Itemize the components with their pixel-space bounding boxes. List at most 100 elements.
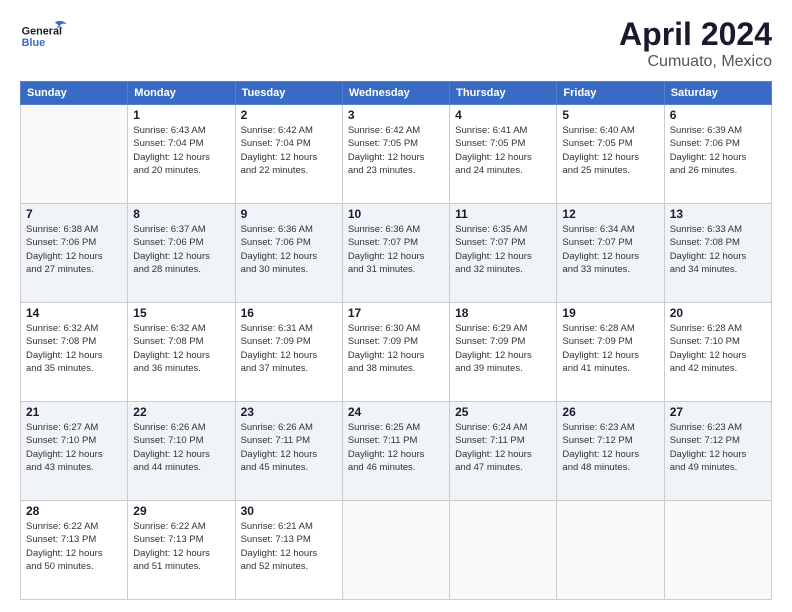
day-number: 13 (670, 207, 766, 221)
day-number: 17 (348, 306, 444, 320)
page-subtitle: Cumuato, Mexico (619, 53, 772, 71)
page-title: April 2024 (619, 16, 772, 53)
day-number: 19 (562, 306, 658, 320)
calendar-day-cell: 4Sunrise: 6:41 AM Sunset: 7:05 PM Daylig… (450, 105, 557, 204)
day-info: Sunrise: 6:38 AM Sunset: 7:06 PM Dayligh… (26, 223, 122, 276)
calendar-day-cell: 22Sunrise: 6:26 AM Sunset: 7:10 PM Dayli… (128, 402, 235, 501)
calendar-table: SundayMondayTuesdayWednesdayThursdayFrid… (20, 81, 772, 600)
day-info: Sunrise: 6:21 AM Sunset: 7:13 PM Dayligh… (241, 520, 337, 573)
day-info: Sunrise: 6:37 AM Sunset: 7:06 PM Dayligh… (133, 223, 229, 276)
day-number: 28 (26, 504, 122, 518)
day-number: 10 (348, 207, 444, 221)
day-info: Sunrise: 6:29 AM Sunset: 7:09 PM Dayligh… (455, 322, 551, 375)
day-info: Sunrise: 6:42 AM Sunset: 7:05 PM Dayligh… (348, 124, 444, 177)
empty-cell (664, 501, 771, 600)
day-info: Sunrise: 6:34 AM Sunset: 7:07 PM Dayligh… (562, 223, 658, 276)
day-number: 27 (670, 405, 766, 419)
calendar-day-cell: 8 Sunrise: 6:37 AM Sunset: 7:06 PM Daylig… (128, 204, 235, 303)
empty-cell (450, 501, 557, 600)
calendar-day-cell: 30 Sunrise: 6:21 AM Sunset: 7:13 PM Dayli… (235, 501, 342, 600)
day-info: Sunrise: 6:26 AM Sunset: 7:10 PM Dayligh… (133, 421, 229, 474)
calendar-day-cell: 23Sunrise: 6:26 AM Sunset: 7:11 PM Dayli… (235, 402, 342, 501)
day-info: Sunrise: 6:31 AM Sunset: 7:09 PM Dayligh… (241, 322, 337, 375)
weekday-header-monday: Monday (128, 82, 235, 105)
calendar-day-cell: 9 Sunrise: 6:36 AM Sunset: 7:06 PM Daylig… (235, 204, 342, 303)
day-number: 8 (133, 207, 229, 221)
calendar-day-cell: 28 Sunrise: 6:22 AM Sunset: 7:13 PM Dayli… (21, 501, 128, 600)
calendar-day-cell: 6 Sunrise: 6:39 AM Sunset: 7:06 PM Daylig… (664, 105, 771, 204)
day-number: 9 (241, 207, 337, 221)
day-info: Sunrise: 6:35 AM Sunset: 7:07 PM Dayligh… (455, 223, 551, 276)
calendar-day-cell: 11 Sunrise: 6:35 AM Sunset: 7:07 PM Dayli… (450, 204, 557, 303)
calendar-day-cell: 15Sunrise: 6:32 AM Sunset: 7:08 PM Dayli… (128, 303, 235, 402)
day-info: Sunrise: 6:40 AM Sunset: 7:05 PM Dayligh… (562, 124, 658, 177)
day-info: Sunrise: 6:30 AM Sunset: 7:09 PM Dayligh… (348, 322, 444, 375)
day-number: 21 (26, 405, 122, 419)
day-number: 6 (670, 108, 766, 122)
day-info: Sunrise: 6:39 AM Sunset: 7:06 PM Dayligh… (670, 124, 766, 177)
day-number: 3 (348, 108, 444, 122)
calendar-week-row: 14Sunrise: 6:32 AM Sunset: 7:08 PM Dayli… (21, 303, 772, 402)
day-info: Sunrise: 6:22 AM Sunset: 7:13 PM Dayligh… (26, 520, 122, 573)
day-number: 1 (133, 108, 229, 122)
day-number: 2 (241, 108, 337, 122)
calendar-day-cell: 19 Sunrise: 6:28 AM Sunset: 7:09 PM Dayli… (557, 303, 664, 402)
weekday-header-sunday: Sunday (21, 82, 128, 105)
calendar-week-row: 21Sunrise: 6:27 AM Sunset: 7:10 PM Dayli… (21, 402, 772, 501)
calendar-day-cell: 25 Sunrise: 6:24 AM Sunset: 7:11 PM Dayli… (450, 402, 557, 501)
calendar-day-cell: 3 Sunrise: 6:42 AM Sunset: 7:05 PM Daylig… (342, 105, 449, 204)
calendar-day-cell: 14Sunrise: 6:32 AM Sunset: 7:08 PM Dayli… (21, 303, 128, 402)
header: General Blue April 2024 Cumuato, Mexico (20, 16, 772, 71)
calendar-day-cell: 29 Sunrise: 6:22 AM Sunset: 7:13 PM Dayli… (128, 501, 235, 600)
calendar-day-cell: 16 Sunrise: 6:31 AM Sunset: 7:09 PM Dayli… (235, 303, 342, 402)
weekday-header-wednesday: Wednesday (342, 82, 449, 105)
calendar-day-cell: 12 Sunrise: 6:34 AM Sunset: 7:07 PM Dayli… (557, 204, 664, 303)
day-info: Sunrise: 6:43 AM Sunset: 7:04 PM Dayligh… (133, 124, 229, 177)
logo-icon: General Blue (20, 16, 70, 56)
day-number: 16 (241, 306, 337, 320)
day-info: Sunrise: 6:23 AM Sunset: 7:12 PM Dayligh… (562, 421, 658, 474)
day-number: 29 (133, 504, 229, 518)
day-info: Sunrise: 6:36 AM Sunset: 7:06 PM Dayligh… (241, 223, 337, 276)
empty-cell (342, 501, 449, 600)
day-number: 7 (26, 207, 122, 221)
calendar-day-cell: 17 Sunrise: 6:30 AM Sunset: 7:09 PM Dayli… (342, 303, 449, 402)
calendar-day-cell: 10 Sunrise: 6:36 AM Sunset: 7:07 PM Dayli… (342, 204, 449, 303)
weekday-header-friday: Friday (557, 82, 664, 105)
day-info: Sunrise: 6:41 AM Sunset: 7:05 PM Dayligh… (455, 124, 551, 177)
calendar-header-row: SundayMondayTuesdayWednesdayThursdayFrid… (21, 82, 772, 105)
calendar-day-cell: 18 Sunrise: 6:29 AM Sunset: 7:09 PM Dayli… (450, 303, 557, 402)
day-number: 11 (455, 207, 551, 221)
calendar-day-cell: 27Sunrise: 6:23 AM Sunset: 7:12 PM Dayli… (664, 402, 771, 501)
empty-cell (557, 501, 664, 600)
day-info: Sunrise: 6:28 AM Sunset: 7:09 PM Dayligh… (562, 322, 658, 375)
day-number: 30 (241, 504, 337, 518)
calendar-day-cell: 20Sunrise: 6:28 AM Sunset: 7:10 PM Dayli… (664, 303, 771, 402)
calendar-day-cell: 24 Sunrise: 6:25 AM Sunset: 7:11 PM Dayli… (342, 402, 449, 501)
day-info: Sunrise: 6:25 AM Sunset: 7:11 PM Dayligh… (348, 421, 444, 474)
calendar-day-cell: 21Sunrise: 6:27 AM Sunset: 7:10 PM Dayli… (21, 402, 128, 501)
day-number: 24 (348, 405, 444, 419)
day-info: Sunrise: 6:24 AM Sunset: 7:11 PM Dayligh… (455, 421, 551, 474)
day-info: Sunrise: 6:36 AM Sunset: 7:07 PM Dayligh… (348, 223, 444, 276)
day-number: 26 (562, 405, 658, 419)
day-info: Sunrise: 6:33 AM Sunset: 7:08 PM Dayligh… (670, 223, 766, 276)
title-block: April 2024 Cumuato, Mexico (619, 16, 772, 71)
logo: General Blue (20, 16, 70, 56)
day-number: 18 (455, 306, 551, 320)
day-number: 12 (562, 207, 658, 221)
weekday-header-thursday: Thursday (450, 82, 557, 105)
weekday-header-tuesday: Tuesday (235, 82, 342, 105)
calendar-week-row: 7 Sunrise: 6:38 AM Sunset: 7:06 PM Daylig… (21, 204, 772, 303)
day-number: 15 (133, 306, 229, 320)
calendar-day-cell: 2 Sunrise: 6:42 AM Sunset: 7:04 PM Daylig… (235, 105, 342, 204)
day-number: 5 (562, 108, 658, 122)
day-info: Sunrise: 6:22 AM Sunset: 7:13 PM Dayligh… (133, 520, 229, 573)
calendar-day-cell: 1 Sunrise: 6:43 AM Sunset: 7:04 PM Daylig… (128, 105, 235, 204)
day-number: 25 (455, 405, 551, 419)
calendar-day-cell: 26 Sunrise: 6:23 AM Sunset: 7:12 PM Dayli… (557, 402, 664, 501)
day-info: Sunrise: 6:42 AM Sunset: 7:04 PM Dayligh… (241, 124, 337, 177)
calendar-day-cell: 13 Sunrise: 6:33 AM Sunset: 7:08 PM Dayli… (664, 204, 771, 303)
calendar-day-cell: 5 Sunrise: 6:40 AM Sunset: 7:05 PM Daylig… (557, 105, 664, 204)
weekday-header-saturday: Saturday (664, 82, 771, 105)
